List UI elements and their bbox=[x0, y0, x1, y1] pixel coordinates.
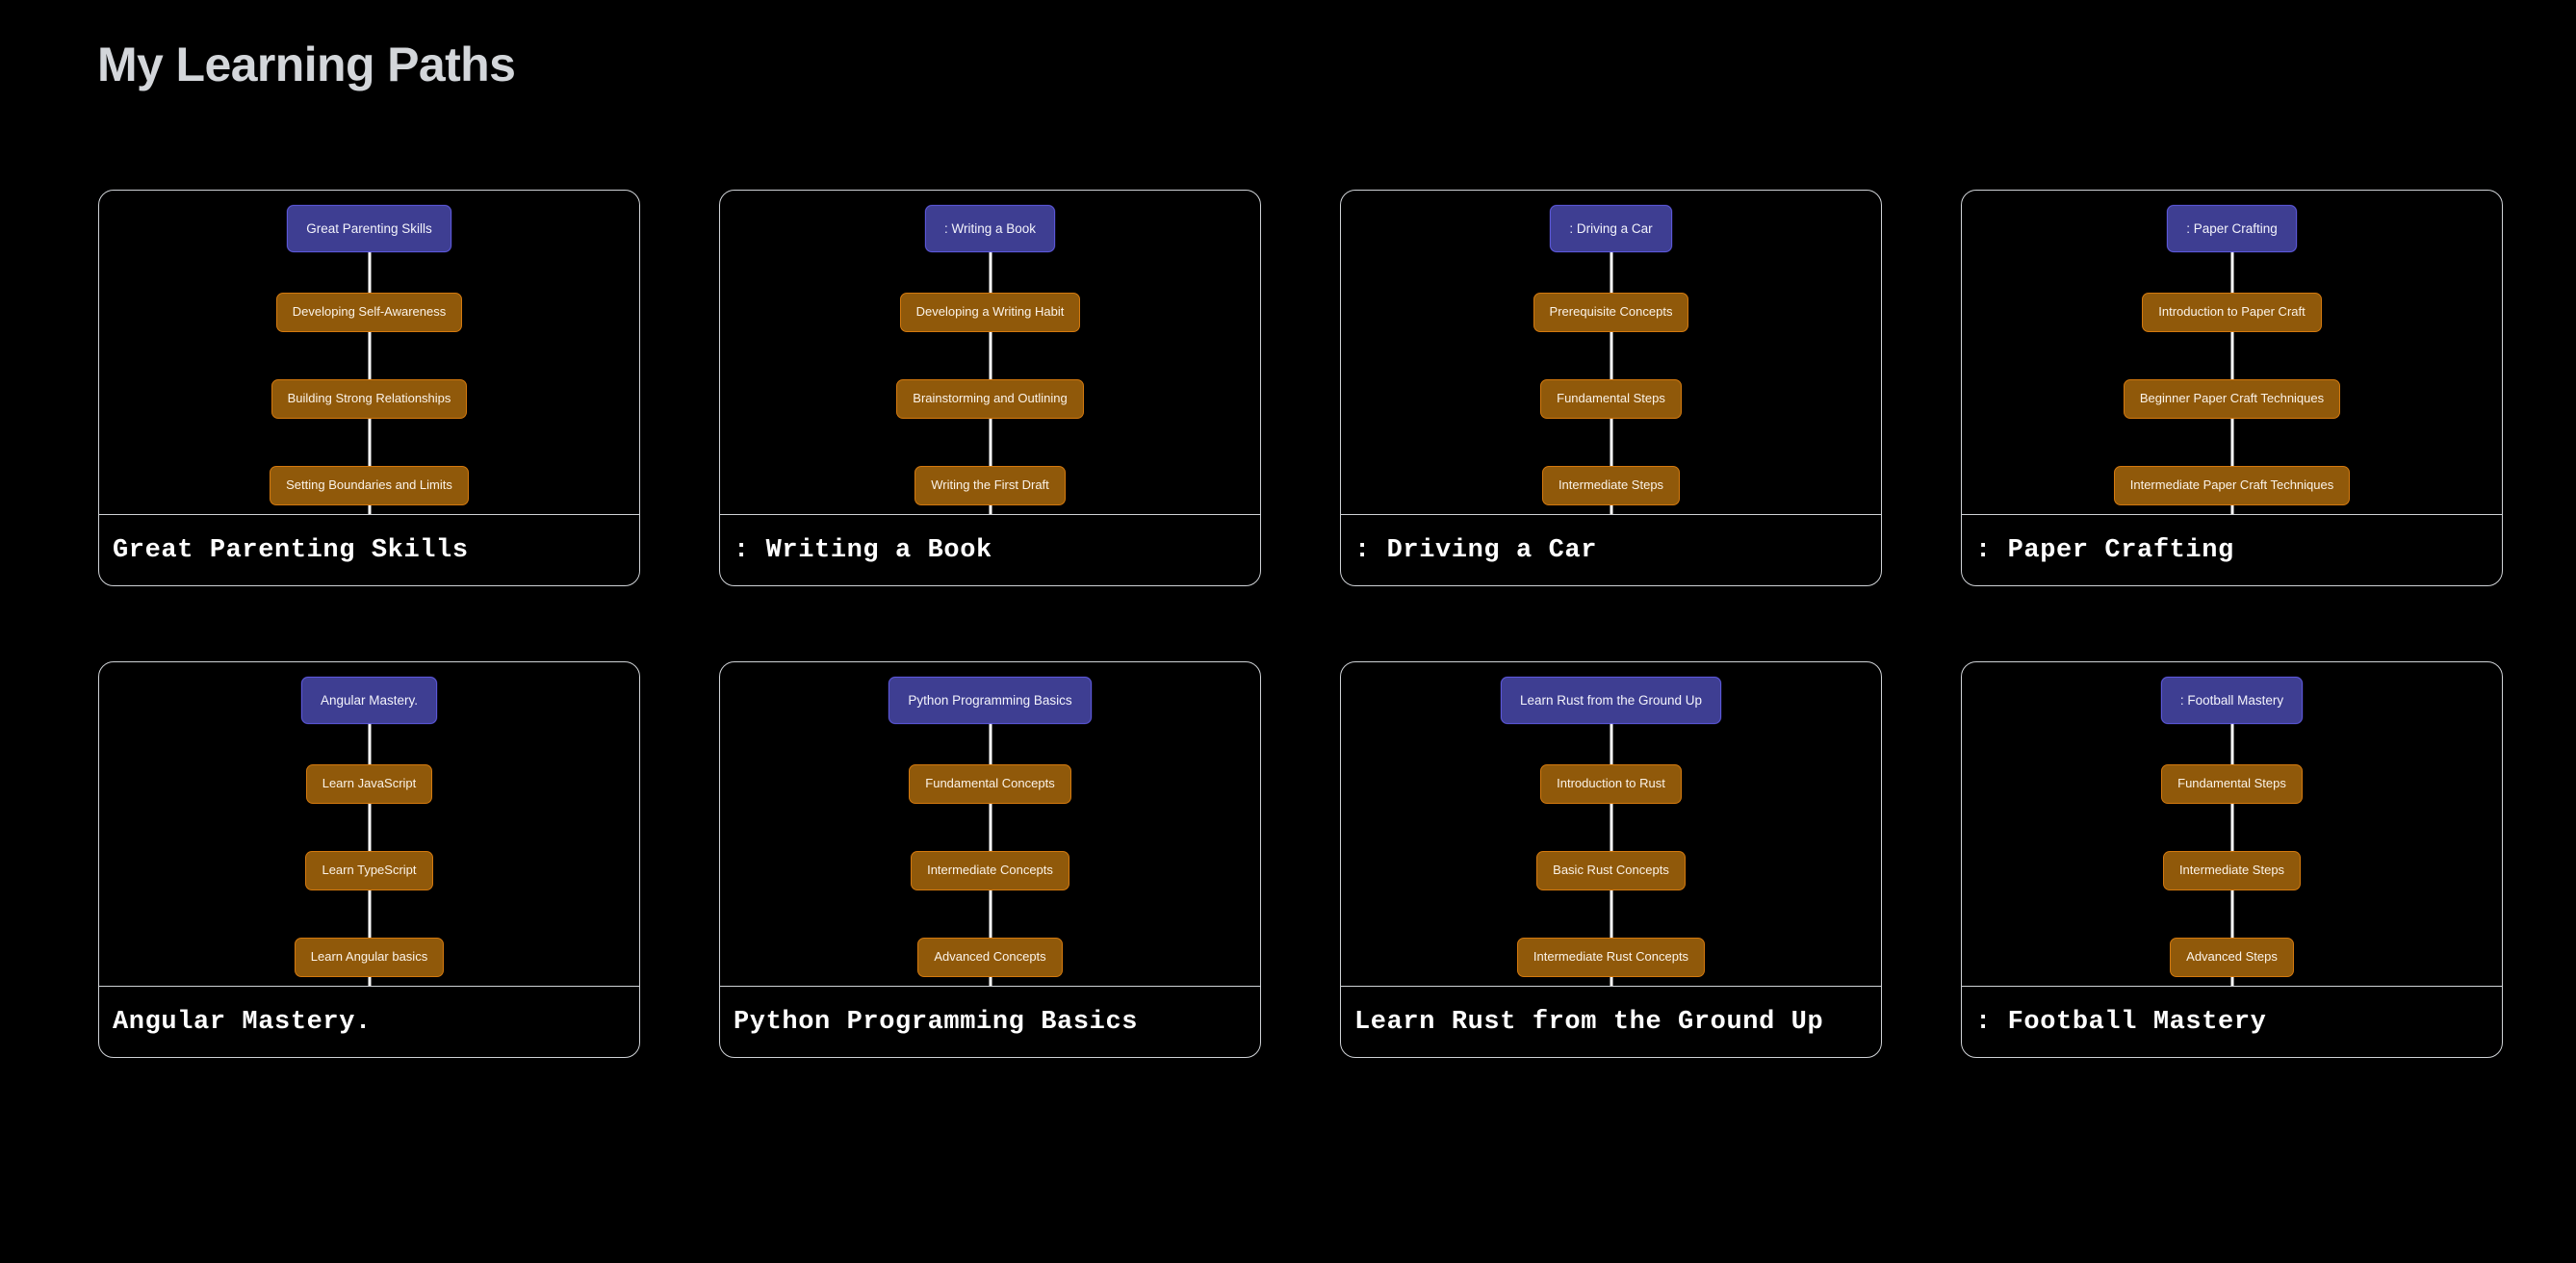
mindmap-step-row: Writing the First Draft bbox=[720, 466, 1260, 505]
mindmap-step-node[interactable]: Fundamental Steps bbox=[1540, 379, 1682, 419]
mindmap-step-row: Advanced Concepts bbox=[720, 938, 1260, 977]
mindmap-root-node[interactable]: : Driving a Car bbox=[1550, 205, 1672, 252]
mindmap-step-node[interactable]: Fundamental Steps bbox=[2161, 764, 2303, 804]
mindmap-step-row: Intermediate Steps bbox=[1341, 466, 1881, 505]
mindmap-step-node[interactable]: Intermediate Rust Concepts bbox=[1516, 938, 1706, 977]
mindmap-root-node[interactable]: Angular Mastery. bbox=[300, 677, 438, 724]
mindmap-root-row: Great Parenting Skills bbox=[99, 205, 639, 252]
mindmap-step-node[interactable]: Learn JavaScript bbox=[305, 764, 433, 804]
mindmap-root-node[interactable]: : Paper Crafting bbox=[2167, 205, 2297, 252]
mindmap-step-row: Intermediate Concepts bbox=[720, 851, 1260, 890]
mindmap-step-node[interactable]: Intermediate Steps bbox=[2162, 851, 2302, 890]
mindmap-step-row: Fundamental Steps bbox=[1962, 764, 2502, 804]
mindmap-step-node[interactable]: Intermediate Steps bbox=[1541, 466, 1681, 505]
mindmap-diagram: : Paper Crafting Introduction to Paper C… bbox=[1962, 191, 2502, 514]
mindmap-step-row: Prerequisite Concepts bbox=[1341, 293, 1881, 332]
card-caption: Python Programming Basics bbox=[720, 987, 1260, 1057]
card-title: : Football Mastery bbox=[1975, 1007, 2267, 1037]
mindmap-root-row: : Driving a Car bbox=[1341, 205, 1881, 252]
learning-path-card[interactable]: Learn Rust from the Ground Up Introducti… bbox=[1340, 661, 1882, 1058]
mindmap-root-row: : Writing a Book bbox=[720, 205, 1260, 252]
card-title: Learn Rust from the Ground Up bbox=[1354, 1007, 1824, 1037]
mindmap-step-row: Brainstorming and Outlining bbox=[720, 379, 1260, 419]
mindmap-diagram: : Driving a Car Prerequisite Concepts Fu… bbox=[1341, 191, 1881, 514]
mindmap-step-node[interactable]: Learn TypeScript bbox=[305, 851, 433, 890]
card-title: Angular Mastery. bbox=[113, 1007, 372, 1037]
mindmap-step-node[interactable]: Fundamental Concepts bbox=[909, 764, 1071, 804]
mindmap-step-row: Intermediate Paper Craft Techniques bbox=[1962, 466, 2502, 505]
card-caption: Great Parenting Skills bbox=[99, 515, 639, 585]
mindmap-step-row: Learn Angular basics bbox=[99, 938, 639, 977]
mindmap-root-node[interactable]: Learn Rust from the Ground Up bbox=[1500, 677, 1722, 724]
learning-paths-page: My Learning Paths Great Parenting Skills… bbox=[0, 0, 2576, 1263]
mindmap-step-row: Developing a Writing Habit bbox=[720, 293, 1260, 332]
learning-path-card[interactable]: : Football Mastery Fundamental Steps Int… bbox=[1961, 661, 2503, 1058]
mindmap-step-node[interactable]: Advanced Concepts bbox=[917, 938, 1063, 977]
mindmap-step-node[interactable]: Intermediate Paper Craft Techniques bbox=[2113, 466, 2351, 505]
mindmap-step-node[interactable]: Introduction to Rust bbox=[1540, 764, 1682, 804]
learning-path-card[interactable]: : Writing a Book Developing a Writing Ha… bbox=[719, 190, 1261, 586]
mindmap-diagram: Learn Rust from the Ground Up Introducti… bbox=[1341, 662, 1881, 986]
mindmap-step-node[interactable]: Building Strong Relationships bbox=[270, 379, 468, 419]
mindmap-step-row: Learn JavaScript bbox=[99, 764, 639, 804]
mindmap-step-row: Learn TypeScript bbox=[99, 851, 639, 890]
mindmap-root-row: Angular Mastery. bbox=[99, 677, 639, 724]
page-title: My Learning Paths bbox=[97, 38, 516, 91]
card-caption: Angular Mastery. bbox=[99, 987, 639, 1057]
mindmap-diagram: : Writing a Book Developing a Writing Ha… bbox=[720, 191, 1260, 514]
mindmap-step-row: Fundamental Concepts bbox=[720, 764, 1260, 804]
mindmap-root-node[interactable]: : Writing a Book bbox=[924, 205, 1056, 252]
card-caption: : Writing a Book bbox=[720, 515, 1260, 585]
mindmap-step-node[interactable]: Prerequisite Concepts bbox=[1533, 293, 1689, 332]
mindmap-step-row: Advanced Steps bbox=[1962, 938, 2502, 977]
mindmap-diagram: Great Parenting Skills Developing Self-A… bbox=[99, 191, 639, 514]
mindmap-step-row: Setting Boundaries and Limits bbox=[99, 466, 639, 505]
mindmap-step-node[interactable]: Setting Boundaries and Limits bbox=[270, 466, 469, 505]
mindmap-root-row: Learn Rust from the Ground Up bbox=[1341, 677, 1881, 724]
learning-path-card[interactable]: : Driving a Car Prerequisite Concepts Fu… bbox=[1340, 190, 1882, 586]
mindmap-step-node[interactable]: Developing a Writing Habit bbox=[899, 293, 1081, 332]
mindmap-step-node[interactable]: Basic Rust Concepts bbox=[1536, 851, 1686, 890]
mindmap-root-row: Python Programming Basics bbox=[720, 677, 1260, 724]
learning-path-card[interactable]: Great Parenting Skills Developing Self-A… bbox=[98, 190, 640, 586]
mindmap-step-node[interactable]: Advanced Steps bbox=[2170, 938, 2294, 977]
learning-paths-grid: Great Parenting Skills Developing Self-A… bbox=[98, 190, 2505, 1058]
mindmap-root-node[interactable]: Great Parenting Skills bbox=[287, 205, 451, 252]
mindmap-step-row: Building Strong Relationships bbox=[99, 379, 639, 419]
mindmap-root-row: : Paper Crafting bbox=[1962, 205, 2502, 252]
mindmap-diagram: : Football Mastery Fundamental Steps Int… bbox=[1962, 662, 2502, 986]
mindmap-step-node[interactable]: Developing Self-Awareness bbox=[275, 293, 463, 332]
mindmap-step-node[interactable]: Learn Angular basics bbox=[294, 938, 445, 977]
card-caption: Learn Rust from the Ground Up bbox=[1341, 987, 1881, 1057]
mindmap-step-row: Intermediate Rust Concepts bbox=[1341, 938, 1881, 977]
mindmap-diagram: Angular Mastery. Learn JavaScript Learn … bbox=[99, 662, 639, 986]
mindmap-step-node[interactable]: Writing the First Draft bbox=[914, 466, 1066, 505]
learning-path-card[interactable]: Python Programming Basics Fundamental Co… bbox=[719, 661, 1261, 1058]
mindmap-step-node[interactable]: Introduction to Paper Craft bbox=[2142, 293, 2322, 332]
mindmap-step-row: Intermediate Steps bbox=[1962, 851, 2502, 890]
card-caption: : Paper Crafting bbox=[1962, 515, 2502, 585]
mindmap-root-node[interactable]: : Football Mastery bbox=[2160, 677, 2304, 724]
card-caption: : Football Mastery bbox=[1962, 987, 2502, 1057]
mindmap-root-row: : Football Mastery bbox=[1962, 677, 2502, 724]
card-title: : Writing a Book bbox=[734, 535, 992, 565]
learning-path-card[interactable]: Angular Mastery. Learn JavaScript Learn … bbox=[98, 661, 640, 1058]
card-caption: : Driving a Car bbox=[1341, 515, 1881, 585]
mindmap-step-node[interactable]: Beginner Paper Craft Techniques bbox=[2123, 379, 2341, 419]
card-title: Python Programming Basics bbox=[734, 1007, 1139, 1037]
mindmap-step-row: Basic Rust Concepts bbox=[1341, 851, 1881, 890]
mindmap-step-row: Beginner Paper Craft Techniques bbox=[1962, 379, 2502, 419]
mindmap-step-row: Introduction to Rust bbox=[1341, 764, 1881, 804]
mindmap-step-node[interactable]: Intermediate Concepts bbox=[911, 851, 1069, 890]
card-title: : Paper Crafting bbox=[1975, 535, 2234, 565]
mindmap-step-node[interactable]: Brainstorming and Outlining bbox=[896, 379, 1084, 419]
learning-path-card[interactable]: : Paper Crafting Introduction to Paper C… bbox=[1961, 190, 2503, 586]
mindmap-diagram: Python Programming Basics Fundamental Co… bbox=[720, 662, 1260, 986]
card-title: : Driving a Car bbox=[1354, 535, 1598, 565]
mindmap-step-row: Developing Self-Awareness bbox=[99, 293, 639, 332]
mindmap-root-node[interactable]: Python Programming Basics bbox=[889, 677, 1092, 724]
card-title: Great Parenting Skills bbox=[113, 535, 469, 565]
mindmap-step-row: Introduction to Paper Craft bbox=[1962, 293, 2502, 332]
mindmap-step-row: Fundamental Steps bbox=[1341, 379, 1881, 419]
